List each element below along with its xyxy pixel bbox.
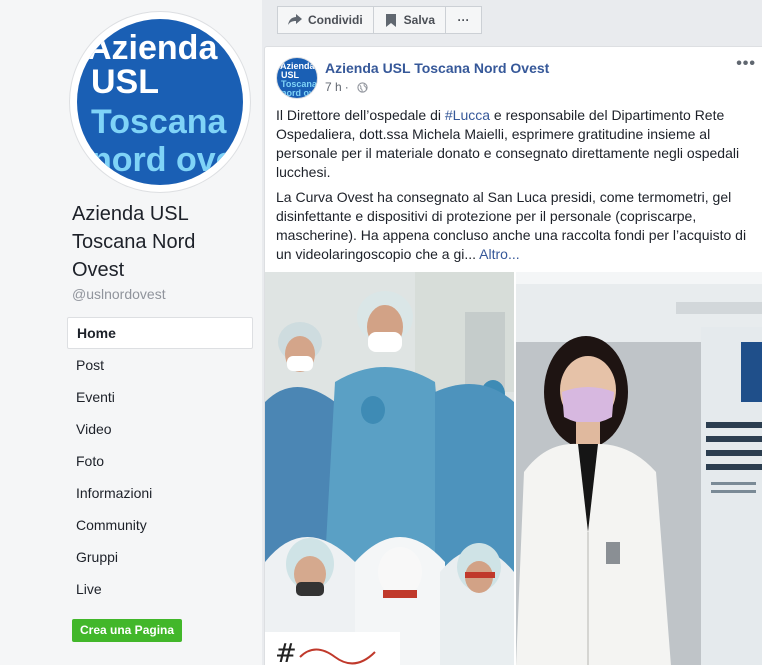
post-card: Azienda USL Toscana nord ovest Azienda U… [264,46,762,665]
globe-icon [357,81,368,93]
post-photo-staff[interactable]: # [265,272,514,665]
profile-picture-frame[interactable]: Azienda USL Toscana nord ovest [70,12,250,192]
post-text-segment: Il Direttore dell’ospedale di [276,107,445,123]
save-button[interactable]: Salva [373,6,447,34]
logo-text-line: Azienda [87,29,218,67]
photo-staff-illustration: # [265,272,514,665]
nav-item-post[interactable]: Post [67,349,253,381]
nav-item-home[interactable]: Home [67,317,253,349]
page-action-bar: Condividi Salva ··· [277,6,483,34]
nav-item-community[interactable]: Community [67,509,253,541]
post-meta: 7 h · [325,80,368,94]
svg-text:#: # [275,639,297,665]
post-paragraph: La Curva Ovest ha consegnato al San Luca… [276,188,756,264]
photo-doctor-illustration [516,272,762,665]
post-photo-doctor[interactable] [516,272,762,665]
share-icon [288,13,302,27]
meta-separator: · [344,80,349,94]
avatar-logo-text: nord ovest [281,88,317,98]
save-label: Salva [403,13,436,27]
post-options-button[interactable]: ••• [736,55,756,73]
nav-item-eventi[interactable]: Eventi [67,381,253,413]
more-options-button[interactable]: ··· [446,6,483,34]
create-page-button[interactable]: Crea una Pagina [72,619,183,642]
nav-item-gruppi[interactable]: Gruppi [67,541,253,573]
post-author-name[interactable]: Azienda USL Toscana Nord Ovest [325,60,549,76]
post-timestamp[interactable]: 7 h [325,80,342,94]
logo-text-line: nord ovest [91,141,243,179]
logo-text-line: USL [91,63,159,101]
logo-text-line: Toscana [91,103,227,141]
post-paragraph: Il Direttore dell’ospedale di #Lucca e r… [276,106,756,182]
post-author-avatar[interactable]: Azienda USL Toscana nord ovest [276,57,318,99]
page-navigation: Home Post Eventi Video Foto Informazioni… [67,317,253,605]
page-sidebar: Azienda USL Toscana nord ovest Azienda U… [0,0,262,665]
nav-item-video[interactable]: Video [67,413,253,445]
share-button[interactable]: Condividi [277,6,374,34]
profile-picture[interactable]: Azienda USL Toscana nord ovest [77,19,243,185]
share-label: Condividi [308,13,363,27]
nav-item-foto[interactable]: Foto [67,445,253,477]
more-dots-icon: ··· [457,13,470,27]
nav-item-informazioni[interactable]: Informazioni [67,477,253,509]
post-body: Il Direttore dell’ospedale di #Lucca e r… [276,106,756,270]
see-more-link[interactable]: Altro... [479,246,519,262]
nav-item-live[interactable]: Live [67,573,253,605]
bookmark-icon [384,13,398,27]
page-title[interactable]: Azienda USL Toscana Nord Ovest [72,200,252,284]
hashtag-link[interactable]: #Lucca [445,107,490,123]
page-handle[interactable]: @uslnordovest [72,286,166,302]
